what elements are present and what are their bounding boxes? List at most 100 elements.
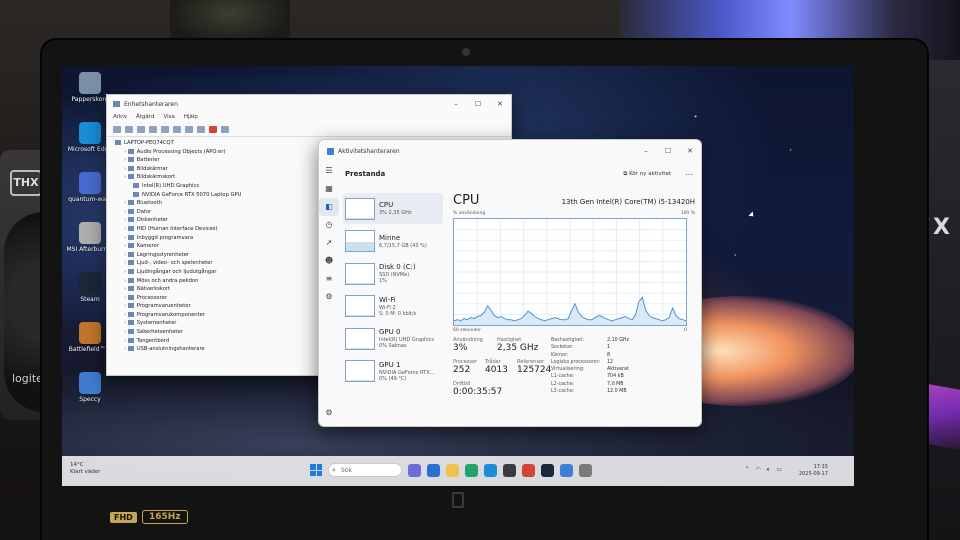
- desktop-icon-label: Speccy: [79, 396, 101, 403]
- battlefield-icon: [79, 322, 101, 344]
- device-icon: [127, 174, 134, 180]
- view-icon[interactable]: [137, 126, 145, 133]
- disable-icon[interactable]: [197, 126, 205, 133]
- fhd-badge: FHD: [110, 512, 137, 523]
- help-icon[interactable]: [161, 126, 169, 133]
- file-explorer-icon[interactable]: [446, 463, 459, 477]
- scan-icon[interactable]: [173, 126, 181, 133]
- maximize-button[interactable]: ☐: [467, 100, 489, 108]
- performance-icon[interactable]: ◧: [319, 198, 339, 216]
- spec-key: L2-cache:: [551, 381, 575, 387]
- device-manager-icon[interactable]: [579, 463, 592, 477]
- hamburger-menu-icon[interactable]: ☰: [319, 162, 339, 180]
- tree-item-label: Ljudingångar och ljudutgångar: [136, 268, 217, 275]
- resource-card-gpu-1[interactable]: GPU 1 NVIDIA GeForce RTX... 0% (49 °C): [343, 356, 443, 387]
- mini-graph-fill: [346, 217, 374, 219]
- more-options-icon[interactable]: ⋯: [685, 170, 693, 179]
- battery-icon[interactable]: ▭: [776, 466, 782, 474]
- steam-icon[interactable]: [541, 463, 554, 477]
- card-text: GPU 0 Intel(R) UHD Graphics 0% Saknas: [379, 328, 434, 349]
- laptop-logo-icon: [452, 492, 464, 508]
- device-icon: [127, 148, 134, 154]
- spec-key: Virtualisering:: [551, 367, 585, 373]
- cpu-specs: Bashastighet: 2,10 GHz Socketar: 1 Kärnor: 8 L…: [551, 337, 691, 395]
- startup-apps-icon[interactable]: ➚: [319, 234, 339, 252]
- edge-icon: [79, 122, 101, 144]
- resource-card-wi-fi[interactable]: Wi-Fi Wi-Fi 2 S: 0 M: 0 kbit/s: [343, 291, 443, 322]
- spec-value: 2,10 GHz: [607, 338, 630, 343]
- services-icon[interactable]: ⚙: [319, 288, 339, 306]
- store-icon[interactable]: [503, 463, 516, 477]
- card-text: Disk 0 (C:) SSD (NVMe) 1%: [379, 263, 416, 284]
- window-title: Aktivitetshanteraren: [338, 147, 400, 155]
- volume-icon[interactable]: 🔈︎: [767, 466, 771, 474]
- device-icon: [127, 303, 134, 309]
- wifi-icon[interactable]: ◠: [755, 466, 760, 474]
- tree-item-label: Inbyggd programvara: [136, 234, 194, 241]
- card-text: GPU 1 NVIDIA GeForce RTX... 0% (49 °C): [379, 361, 434, 382]
- run-new-task-label: Kör ny aktivitet: [629, 170, 671, 177]
- resource-card-disk-0-c-[interactable]: Disk 0 (C:) SSD (NVMe) 1%: [343, 258, 443, 289]
- desktop-icon[interactable]: Speccy: [64, 372, 116, 416]
- afterburner-icon: [79, 222, 101, 244]
- card-name: Disk 0 (C:): [379, 263, 416, 271]
- copilot-icon[interactable]: [427, 463, 440, 477]
- run-new-task-button[interactable]: ⧉ Kör ny aktivitet: [623, 171, 671, 178]
- plant: [170, 0, 290, 45]
- task-manager-icon[interactable]: [560, 463, 573, 477]
- spec-value: 7,0 MB: [607, 381, 624, 387]
- close-button[interactable]: ✕: [489, 100, 511, 108]
- menu-item[interactable]: Visa: [163, 114, 174, 122]
- menu-item[interactable]: Hjälp: [184, 114, 198, 122]
- browser-icon[interactable]: [465, 463, 478, 477]
- recycle-bin-icon: [79, 72, 101, 94]
- processes-icon[interactable]: ▦: [319, 180, 339, 198]
- forward-icon[interactable]: [125, 126, 133, 133]
- cpu-detail-pane: CPU 13th Gen Intel(R) Core(TM) i5-13420H…: [453, 193, 695, 423]
- maximize-button[interactable]: ☐: [657, 147, 679, 155]
- chevron-up-icon[interactable]: ⌃: [744, 466, 749, 474]
- device-manager-titlebar[interactable]: Enhetshanteraren – ☐ ✕: [107, 95, 511, 113]
- speaker-badge: THX: [10, 170, 42, 196]
- device-manager-icon: [113, 101, 120, 107]
- resource-card-minne[interactable]: Minne 6,7/15,7 GB (43 %): [343, 226, 443, 257]
- tree-item-label: Systemenheter: [136, 320, 177, 327]
- menu-item[interactable]: Åtgärd: [136, 114, 154, 122]
- update-driver-icon[interactable]: [185, 126, 193, 133]
- minimize-button[interactable]: –: [635, 147, 657, 155]
- weather-widget[interactable]: 14°C Klart väder: [70, 462, 100, 476]
- tree-item-label: Lagringsstyrenheter: [136, 251, 190, 258]
- taskbar-apps: Sök: [310, 463, 592, 477]
- toolbar: [107, 123, 511, 137]
- device-icon: [127, 268, 134, 274]
- minimize-button[interactable]: –: [445, 100, 467, 108]
- threads-value: 4013: [485, 365, 508, 375]
- app-history-icon[interactable]: ◷: [319, 216, 339, 234]
- clock[interactable]: 17:15 2025-09-17: [799, 464, 828, 477]
- uninstall-icon[interactable]: [209, 126, 217, 133]
- resource-card-cpu[interactable]: CPU 3% 2,35 GHz: [343, 193, 443, 224]
- task-manager-window[interactable]: Aktivitetshanteraren – ☐ ✕ Prestanda ⧉ K…: [318, 139, 702, 427]
- spec-row: Virtualisering: Aktiverat: [551, 366, 691, 373]
- edge-icon[interactable]: [484, 463, 497, 477]
- users-icon[interactable]: ☻: [319, 252, 339, 270]
- properties-icon[interactable]: [149, 126, 157, 133]
- uptime-value: 0:00:35:57: [453, 387, 503, 397]
- back-icon[interactable]: [113, 126, 121, 133]
- close-button[interactable]: ✕: [679, 147, 701, 155]
- menu-item[interactable]: Arkiv: [113, 114, 127, 122]
- search-input[interactable]: Sök: [328, 463, 402, 477]
- settings-icon[interactable]: ⚙: [319, 404, 339, 422]
- details-icon[interactable]: ≡: [319, 270, 339, 288]
- steam-icon: [79, 272, 101, 294]
- mini-graph-fill: [346, 242, 374, 251]
- resource-card-gpu-0[interactable]: GPU 0 Intel(R) UHD Graphics 0% Saknas: [343, 323, 443, 354]
- app-icon[interactable]: [522, 463, 535, 477]
- device-icon: [115, 140, 121, 145]
- download-icon[interactable]: [221, 126, 229, 133]
- start-icon[interactable]: [310, 464, 322, 476]
- device-icon: [127, 225, 134, 231]
- task-manager-titlebar[interactable]: Aktivitetshanteraren – ☐ ✕: [319, 140, 701, 162]
- spec-row: Socketar: 1: [551, 344, 691, 351]
- task-view-icon[interactable]: [408, 463, 421, 477]
